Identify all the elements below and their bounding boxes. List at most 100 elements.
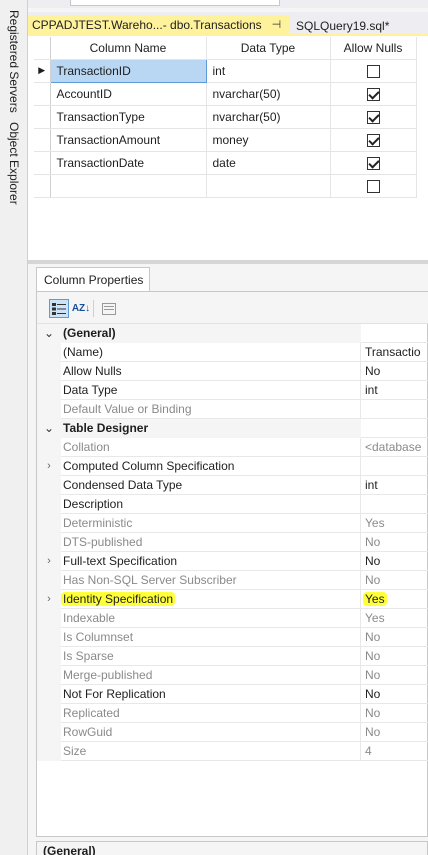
collapse-icon[interactable]: ⌄: [44, 326, 54, 340]
property-value[interactable]: [361, 495, 428, 514]
tab-column-properties[interactable]: Column Properties: [36, 267, 150, 291]
data-type-cell[interactable]: [206, 174, 331, 198]
allow-nulls-checkbox[interactable]: [366, 179, 380, 193]
allow-nulls-cell[interactable]: [330, 59, 417, 83]
property-row[interactable]: Data Type int: [37, 380, 428, 400]
property-row[interactable]: Condensed Data Type int: [37, 475, 428, 495]
column-name-cell[interactable]: TransactionID: [49, 58, 207, 83]
property-pages-button[interactable]: [99, 299, 119, 318]
property-name-text: Allow Nulls: [63, 363, 122, 378]
object-explorer-tab[interactable]: Object Explorer: [7, 122, 21, 205]
allow-nulls-checkbox[interactable]: [366, 87, 380, 101]
row-selector[interactable]: [34, 82, 51, 106]
property-value[interactable]: [361, 457, 428, 476]
property-value[interactable]: [361, 400, 428, 419]
allow-nulls-checkbox[interactable]: [366, 110, 380, 124]
column-name-cell[interactable]: [50, 174, 207, 198]
property-row[interactable]: Is Sparse No: [37, 646, 428, 666]
column-name-cell[interactable]: TransactionDate: [50, 151, 207, 175]
allow-nulls-cell[interactable]: [330, 151, 417, 175]
property-row[interactable]: Is Columnset No: [37, 627, 428, 647]
property-value[interactable]: int: [361, 381, 428, 400]
allow-nulls-checkbox[interactable]: [366, 133, 380, 147]
alphabetical-button[interactable]: AZ↓: [71, 299, 91, 318]
property-value[interactable]: No: [361, 628, 428, 647]
data-type-cell[interactable]: int: [206, 59, 331, 83]
property-row[interactable]: Replicated No: [37, 703, 428, 723]
categorized-button[interactable]: [49, 299, 69, 318]
data-type-cell[interactable]: date: [206, 151, 331, 175]
data-type-cell[interactable]: nvarchar(50): [206, 105, 331, 129]
data-type-cell[interactable]: nvarchar(50): [206, 82, 331, 106]
property-value[interactable]: int: [361, 476, 428, 495]
property-value[interactable]: No: [361, 362, 428, 381]
allow-nulls-checkbox[interactable]: [366, 64, 380, 78]
row-selector[interactable]: [34, 105, 51, 129]
data-type-cell[interactable]: money: [206, 128, 331, 152]
property-row[interactable]: Indexable Yes: [37, 608, 428, 628]
property-value[interactable]: No: [361, 704, 428, 723]
grid-row[interactable]: AccountID nvarchar(50): [34, 82, 417, 106]
property-category[interactable]: ⌄ (General): [37, 323, 428, 343]
property-row[interactable]: DTS-published No: [37, 532, 428, 552]
column-name-cell[interactable]: TransactionType: [50, 105, 207, 129]
expand-icon[interactable]: ›: [47, 555, 51, 567]
allow-nulls-cell[interactable]: [330, 128, 417, 152]
pin-icon[interactable]: ⊣: [272, 18, 282, 31]
row-selector[interactable]: [34, 151, 51, 175]
row-selector[interactable]: [34, 128, 51, 152]
grid-row[interactable]: [34, 174, 417, 198]
property-row[interactable]: Has Non-SQL Server Subscriber No: [37, 570, 428, 590]
property-value[interactable]: No: [361, 666, 428, 685]
property-row[interactable]: Collation <database: [37, 437, 428, 457]
property-row[interactable]: › Computed Column Specification: [37, 456, 428, 476]
close-icon[interactable]: ✕: [289, 17, 290, 33]
property-row[interactable]: (Name) Transactio: [37, 342, 428, 362]
property-value[interactable]: 4: [361, 742, 428, 761]
property-value[interactable]: No: [361, 647, 428, 666]
tab-query[interactable]: SQLQuery19.sql*: [294, 15, 428, 36]
grid-row[interactable]: TransactionDate date: [34, 151, 417, 175]
collapse-icon[interactable]: ⌄: [44, 421, 54, 435]
property-category[interactable]: ⌄ Table Designer: [37, 418, 428, 438]
allow-nulls-cell[interactable]: [330, 105, 417, 129]
row-selector[interactable]: ▶: [34, 59, 51, 83]
tab-table-designer[interactable]: CPPADJTEST.Wareho...- dbo.Transactions ⊣…: [28, 15, 290, 36]
property-row[interactable]: Description: [37, 494, 428, 514]
property-value[interactable]: Yes: [361, 514, 428, 533]
property-value[interactable]: No: [361, 571, 428, 590]
registered-servers-tab[interactable]: Registered Servers: [7, 10, 21, 113]
allow-nulls-cell[interactable]: [330, 174, 417, 198]
toolbar-combo[interactable]: [70, 0, 280, 6]
property-name: Table Designer: [61, 418, 361, 438]
property-row[interactable]: RowGuid No: [37, 722, 428, 742]
property-row[interactable]: Default Value or Binding: [37, 399, 428, 419]
property-value[interactable]: No: [361, 533, 428, 552]
property-value[interactable]: No: [361, 552, 428, 571]
grid-row[interactable]: TransactionAmount money: [34, 128, 417, 152]
expand-icon[interactable]: ›: [47, 460, 51, 472]
property-gutter: [37, 665, 61, 685]
property-description: (General): [36, 841, 428, 855]
column-name-cell[interactable]: AccountID: [50, 82, 207, 106]
expand-icon[interactable]: ›: [47, 593, 51, 605]
row-selector[interactable]: [34, 174, 51, 198]
property-value[interactable]: Yes: [361, 609, 428, 628]
grid-row[interactable]: TransactionType nvarchar(50): [34, 105, 417, 129]
property-row[interactable]: Size 4: [37, 741, 428, 761]
grid-row[interactable]: ▶ TransactionID int: [34, 58, 417, 83]
allow-nulls-cell[interactable]: [330, 82, 417, 106]
property-value[interactable]: <database: [361, 438, 428, 457]
allow-nulls-checkbox[interactable]: [366, 156, 380, 170]
property-row[interactable]: › Identity Specification Yes: [37, 589, 428, 609]
property-value[interactable]: No: [361, 723, 428, 742]
property-row[interactable]: Deterministic Yes: [37, 513, 428, 533]
property-value[interactable]: Yes: [361, 590, 428, 609]
property-row[interactable]: Not For Replication No: [37, 684, 428, 704]
property-row[interactable]: Merge-published No: [37, 665, 428, 685]
property-row[interactable]: Allow Nulls No: [37, 361, 428, 381]
property-value[interactable]: Transactio: [361, 343, 428, 362]
property-value[interactable]: No: [361, 685, 428, 704]
column-name-cell[interactable]: TransactionAmount: [50, 128, 207, 152]
property-row[interactable]: › Full-text Specification No: [37, 551, 428, 571]
